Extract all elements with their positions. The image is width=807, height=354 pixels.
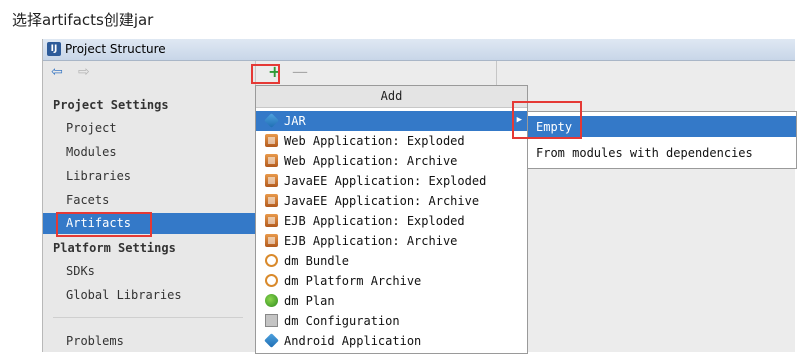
settings-sidebar: ⇦ ⇨ Project Settings Project Modules Lib…: [43, 61, 256, 352]
sidebar-item-libraries[interactable]: Libraries: [66, 169, 131, 183]
highlight-artifacts: [56, 212, 152, 237]
nav-toolbar: ⇦ ⇨: [43, 61, 255, 85]
submenu-item-from-modules[interactable]: From modules with dependencies: [528, 142, 796, 163]
menu-item-label: JavaEE Application: Archive: [284, 194, 480, 208]
caption-text: 选择artifacts创建jar: [12, 11, 154, 29]
artifacts-toolbar: + —: [256, 61, 497, 85]
ejb-icon: [265, 214, 278, 227]
highlight-empty: [512, 101, 582, 139]
web-app-icon: [265, 154, 278, 167]
window-title: Project Structure: [65, 42, 166, 56]
menu-header: Add: [256, 86, 527, 108]
remove-icon[interactable]: —: [292, 64, 308, 80]
sidebar-item-global-libraries[interactable]: Global Libraries: [66, 288, 182, 302]
section-platform-settings: Platform Settings: [53, 241, 176, 255]
menu-item-javaee-archive[interactable]: JavaEE Application: Archive: [256, 191, 527, 211]
menu-item-label: EJB Application: Archive: [284, 234, 458, 248]
menu-item-label: Web Application: Exploded: [284, 134, 465, 148]
sidebar-item-facets[interactable]: Facets: [66, 193, 109, 207]
dm-plan-icon: [265, 294, 278, 307]
sidebar-item-problems[interactable]: Problems: [66, 334, 124, 348]
menu-item-label: dm Configuration: [284, 314, 400, 328]
menu-item-dm-configuration[interactable]: dm Configuration: [256, 311, 527, 331]
menu-item-label: dm Bundle: [284, 254, 350, 268]
title-bar: IJ Project Structure: [43, 39, 795, 61]
ejb-icon: [265, 234, 278, 247]
menu-item-web-exploded[interactable]: Web Application: Exploded: [256, 131, 527, 151]
menu-item-web-archive[interactable]: Web Application: Archive: [256, 151, 527, 171]
menu-item-dm-plan[interactable]: dm Plan: [256, 291, 527, 311]
jar-icon: [264, 113, 279, 128]
web-app-icon: [265, 134, 278, 147]
android-icon: [264, 333, 279, 348]
menu-item-dm-platform-archive[interactable]: dm Platform Archive: [256, 271, 527, 291]
menu-item-label: EJB Application: Exploded: [284, 214, 465, 228]
menu-item-label: JAR: [284, 114, 306, 128]
dm-platform-icon: [265, 274, 278, 287]
dm-configuration-icon: [265, 314, 278, 327]
sidebar-item-sdks[interactable]: SDKs: [66, 264, 95, 278]
sidebar-item-modules[interactable]: Modules: [66, 145, 117, 159]
forward-arrow-icon[interactable]: ⇨: [78, 64, 90, 80]
menu-item-javaee-exploded[interactable]: JavaEE Application: Exploded: [256, 171, 527, 191]
javaee-icon: [265, 174, 278, 187]
menu-item-jar[interactable]: JAR ▶: [256, 111, 527, 131]
menu-item-dm-bundle[interactable]: dm Bundle: [256, 251, 527, 271]
menu-item-ejb-archive[interactable]: EJB Application: Archive: [256, 231, 527, 251]
menu-item-label: Web Application: Archive: [284, 154, 458, 168]
menu-item-ejb-exploded[interactable]: EJB Application: Exploded: [256, 211, 527, 231]
sidebar-divider: [53, 317, 243, 318]
javaee-icon: [265, 194, 278, 207]
menu-item-label: dm Plan: [284, 294, 335, 308]
back-arrow-icon[interactable]: ⇦: [51, 64, 63, 80]
add-artifact-menu: Add JAR ▶ Web Application: Exploded Web …: [255, 85, 528, 354]
menu-item-label: dm Platform Archive: [284, 274, 422, 288]
sidebar-item-project[interactable]: Project: [66, 121, 117, 135]
dm-bundle-icon: [265, 254, 278, 267]
section-project-settings: Project Settings: [53, 98, 169, 112]
menu-item-label: JavaEE Application: Exploded: [284, 174, 487, 188]
submenu-item-label: From modules with dependencies: [536, 146, 753, 160]
highlight-add-button: [251, 64, 280, 84]
menu-item-label: Android Application: [284, 334, 422, 348]
intellij-app-icon: IJ: [47, 42, 61, 56]
menu-item-android-application[interactable]: Android Application: [256, 331, 527, 351]
